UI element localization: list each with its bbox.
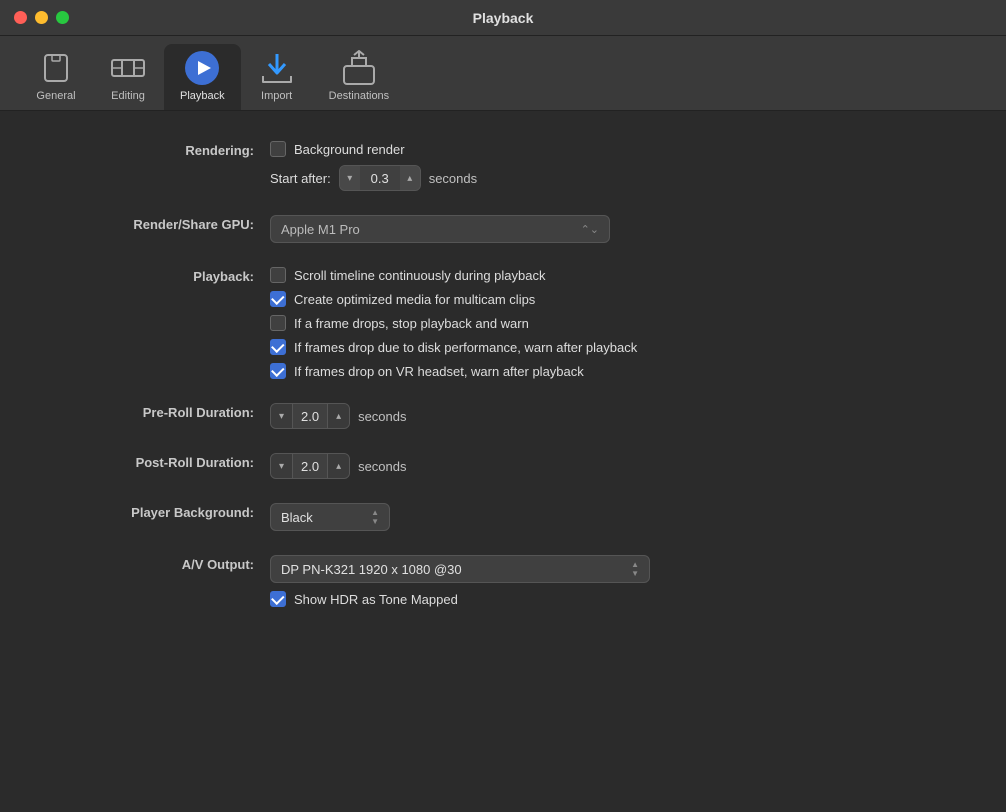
playback-controls: Scroll timeline continuously during play… [270, 267, 946, 379]
playback-checkbox-2[interactable] [270, 315, 286, 331]
start-after-unit: seconds [429, 171, 477, 186]
close-button[interactable] [14, 11, 27, 24]
start-after-value: 0.3 [360, 171, 400, 186]
start-after-increment[interactable]: ▴ [400, 166, 420, 190]
playback-option-2: If a frame drops, stop playback and warn [270, 315, 946, 331]
playback-icon [184, 50, 220, 86]
traffic-lights [14, 11, 69, 24]
av-output-arrows: ▲ ▼ [631, 561, 639, 578]
background-render-label: Background render [294, 142, 405, 157]
postroll-label: Post-Roll Duration: [60, 453, 270, 479]
general-icon [38, 50, 74, 86]
playback-option-label-4: If frames drop on VR headset, warn after… [294, 364, 584, 379]
start-after-row: Start after: ▾ 0.3 ▴ seconds [270, 165, 946, 191]
minimize-button[interactable] [35, 11, 48, 24]
playback-option-0: Scroll timeline continuously during play… [270, 267, 946, 283]
av-up-arrow-icon: ▲ [631, 561, 639, 569]
editing-icon [110, 50, 146, 86]
player-background-section: Player Background: Black ▲ ▼ [60, 503, 946, 531]
av-output-controls: DP PN-K321 1920 x 1080 @30 ▲ ▼ Show HDR … [270, 555, 946, 607]
gpu-label: Render/Share GPU: [60, 215, 270, 243]
postroll-unit: seconds [358, 459, 406, 474]
toolbar-item-general[interactable]: General [20, 44, 92, 110]
import-icon [259, 50, 295, 86]
av-output-section: A/V Output: DP PN-K321 1920 x 1080 @30 ▲… [60, 555, 946, 607]
gpu-section: Render/Share GPU: Apple M1 Pro ⌃⌄ [60, 215, 946, 243]
playback-option-label-1: Create optimized media for multicam clip… [294, 292, 535, 307]
playback-option-label-2: If a frame drops, stop playback and warn [294, 316, 529, 331]
postroll-increment[interactable]: ▴ [327, 454, 349, 478]
postroll-controls: ▾ 2.0 ▴ seconds [270, 453, 946, 479]
preroll-controls: ▾ 2.0 ▴ seconds [270, 403, 946, 429]
av-output-label: A/V Output: [60, 555, 270, 607]
postroll-row: ▾ 2.0 ▴ seconds [270, 453, 946, 479]
rendering-label: Rendering: [60, 141, 270, 191]
playback-option-label-0: Scroll timeline continuously during play… [294, 268, 545, 283]
playback-option-label-3: If frames drop due to disk performance, … [294, 340, 637, 355]
postroll-decrement[interactable]: ▾ [271, 454, 293, 478]
toolbar-item-destinations[interactable]: Destinations [313, 44, 406, 110]
player-background-controls: Black ▲ ▼ [270, 503, 946, 531]
player-background-label: Player Background: [60, 503, 270, 531]
start-after-label: Start after: [270, 171, 331, 186]
preroll-decrement[interactable]: ▾ [271, 404, 293, 428]
import-label: Import [261, 90, 292, 102]
toolbar-item-playback[interactable]: Playback [164, 44, 241, 110]
playback-checkbox-0[interactable] [270, 267, 286, 283]
down-arrow-icon: ▼ [371, 518, 379, 526]
destinations-icon [341, 50, 377, 86]
preroll-increment[interactable]: ▴ [327, 404, 349, 428]
playback-option-4: If frames drop on VR headset, warn after… [270, 363, 946, 379]
general-label: General [36, 90, 75, 102]
background-render-checkbox[interactable] [270, 141, 286, 157]
start-after-decrement[interactable]: ▾ [340, 166, 360, 190]
show-hdr-label: Show HDR as Tone Mapped [294, 592, 458, 607]
preroll-value: 2.0 [293, 409, 327, 424]
av-down-arrow-icon: ▼ [631, 570, 639, 578]
playback-checkbox-4[interactable] [270, 363, 286, 379]
toolbar-item-import[interactable]: Import [241, 44, 313, 110]
player-background-arrows: ▲ ▼ [371, 509, 379, 526]
playback-section: Playback: Scroll timeline continuously d… [60, 267, 946, 379]
up-arrow-icon: ▲ [371, 509, 379, 517]
show-hdr-checkbox[interactable] [270, 591, 286, 607]
preroll-section: Pre-Roll Duration: ▾ 2.0 ▴ seconds [60, 403, 946, 429]
rendering-controls: Background render Start after: ▾ 0.3 ▴ s… [270, 141, 946, 191]
preroll-row: ▾ 2.0 ▴ seconds [270, 403, 946, 429]
start-after-stepper[interactable]: ▾ 0.3 ▴ [339, 165, 421, 191]
gpu-controls: Apple M1 Pro ⌃⌄ [270, 215, 946, 243]
titlebar: Playback [0, 0, 1006, 36]
editing-label: Editing [111, 90, 145, 102]
preroll-unit: seconds [358, 409, 406, 424]
show-hdr-row: Show HDR as Tone Mapped [270, 591, 946, 607]
gpu-value: Apple M1 Pro [281, 222, 360, 237]
background-render-row: Background render [270, 141, 946, 157]
postroll-stepper[interactable]: ▾ 2.0 ▴ [270, 453, 350, 479]
playback-option-1: Create optimized media for multicam clip… [270, 291, 946, 307]
player-background-value: Black [281, 510, 313, 525]
maximize-button[interactable] [56, 11, 69, 24]
playback-checkbox-1[interactable] [270, 291, 286, 307]
preroll-stepper[interactable]: ▾ 2.0 ▴ [270, 403, 350, 429]
player-background-dropdown[interactable]: Black ▲ ▼ [270, 503, 390, 531]
playback-label: Playback [180, 90, 225, 102]
av-output-dropdown[interactable]: DP PN-K321 1920 x 1080 @30 ▲ ▼ [270, 555, 650, 583]
playback-option-3: If frames drop due to disk performance, … [270, 339, 946, 355]
gpu-dropdown[interactable]: Apple M1 Pro ⌃⌄ [270, 215, 610, 243]
window-title: Playback [473, 10, 534, 26]
rendering-section: Rendering: Background render Start after… [60, 141, 946, 191]
postroll-value: 2.0 [293, 459, 327, 474]
playback-checkbox-3[interactable] [270, 339, 286, 355]
preroll-label: Pre-Roll Duration: [60, 403, 270, 429]
toolbar-item-editing[interactable]: Editing [92, 44, 164, 110]
toolbar: General Editing Playback [0, 36, 1006, 111]
av-output-value: DP PN-K321 1920 x 1080 @30 [281, 562, 462, 577]
main-content: Rendering: Background render Start after… [0, 111, 1006, 661]
gpu-dropdown-arrow: ⌃⌄ [581, 223, 599, 236]
playback-label: Playback: [60, 267, 270, 379]
destinations-label: Destinations [329, 90, 390, 102]
postroll-section: Post-Roll Duration: ▾ 2.0 ▴ seconds [60, 453, 946, 479]
